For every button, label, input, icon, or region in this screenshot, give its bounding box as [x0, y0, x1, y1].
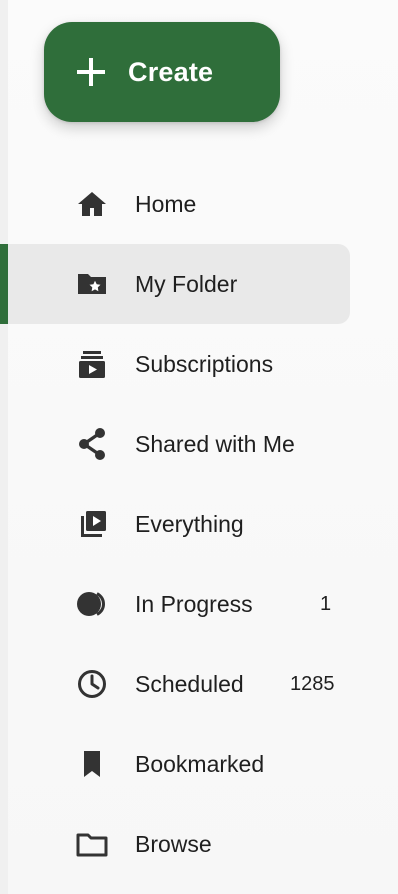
- folder-star-icon: [74, 266, 110, 302]
- sidebar-item-home[interactable]: Home: [8, 164, 398, 244]
- sidebar-nav: Home My Folder Subscriptions Shared with…: [0, 164, 398, 884]
- create-button-label: Create: [128, 56, 214, 87]
- create-button[interactable]: Create: [44, 22, 280, 122]
- sidebar-item-label: Scheduled: [135, 670, 244, 697]
- home-icon: [74, 186, 110, 222]
- share-icon: [74, 426, 110, 462]
- sidebar-item-in-progress[interactable]: In Progress 1: [8, 564, 398, 644]
- sidebar-item-label: Everything: [135, 510, 244, 537]
- sidebar-item-my-folder[interactable]: My Folder: [0, 244, 350, 324]
- sidebar-item-everything[interactable]: Everything: [8, 484, 398, 564]
- sidebar-item-label: In Progress: [135, 590, 253, 617]
- sidebar-item-label: Subscriptions: [135, 350, 274, 377]
- sidebar-item-label: Home: [135, 190, 197, 217]
- bookmark-icon: [74, 746, 110, 782]
- sidebar-item-subscriptions[interactable]: Subscriptions: [8, 324, 398, 404]
- sidebar-item-label: My Folder: [135, 270, 238, 297]
- sidebar-item-label: Bookmarked: [135, 750, 265, 777]
- sidebar-item-shared-with-me[interactable]: Shared with Me: [8, 404, 398, 484]
- sidebar-item-label: Shared with Me: [135, 430, 295, 457]
- sidebar-item-bookmarked[interactable]: Bookmarked: [8, 724, 398, 804]
- sidebar-item-scheduled[interactable]: Scheduled 1285: [8, 644, 398, 724]
- folder-icon: [74, 826, 110, 862]
- video-library-icon: [74, 506, 110, 542]
- subscriptions-icon: [74, 346, 110, 382]
- in-progress-icon: [74, 586, 110, 622]
- sidebar-item-label: Browse: [135, 830, 212, 857]
- count-badge: 1285: [290, 672, 335, 695]
- sidebar: Create Home My Folder Subscriptions Shar…: [0, 0, 398, 894]
- plus-icon: [77, 58, 105, 86]
- count-badge: 1: [320, 592, 332, 615]
- clock-icon: [74, 666, 110, 702]
- sidebar-item-browse[interactable]: Browse: [8, 804, 398, 884]
